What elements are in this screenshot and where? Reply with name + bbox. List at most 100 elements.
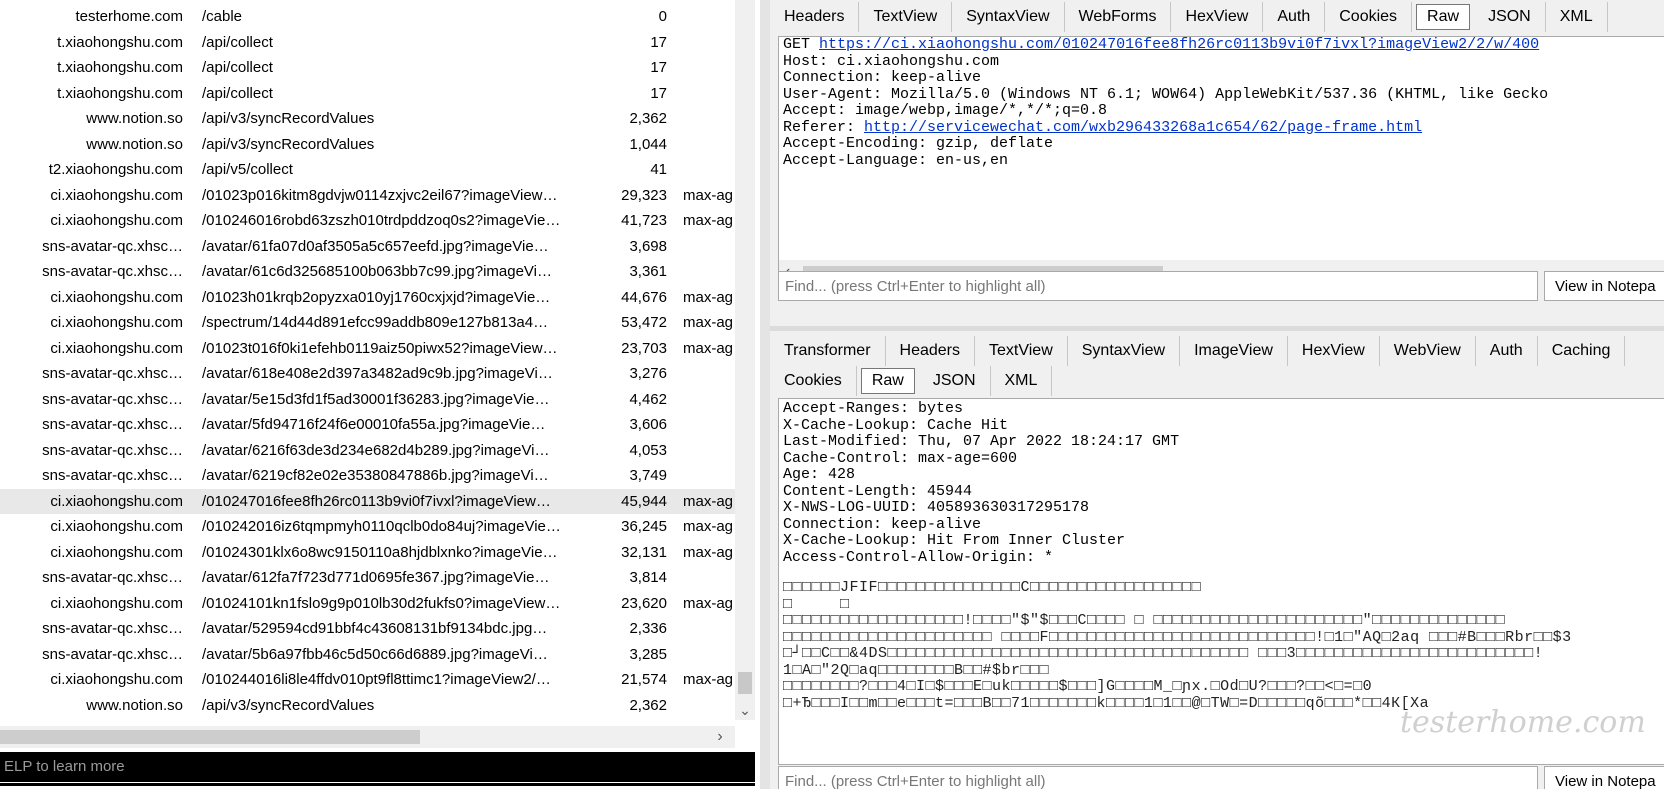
session-row[interactable]: ci.xiaohongshu.com/01024101kn1fslo9g9p01…: [0, 591, 735, 617]
session-row[interactable]: t.xiaohongshu.com/api/collect 17: [0, 55, 735, 81]
response-header-line: Cache-Control: max-age=600: [783, 449, 1018, 467]
response-binary-line: □□□□□□JFIF□□□□□□□□□□□□□□□C□□□□□□□□□□□□□□…: [783, 579, 1202, 596]
session-host: t.xiaohongshu.com: [57, 59, 183, 76]
request-tab-hexview[interactable]: HexView: [1171, 2, 1264, 32]
session-row[interactable]: sns-avatar-qc.xhsc… /avatar/618e408e2d397…: [0, 361, 735, 387]
request-tab-textview[interactable]: TextView: [859, 2, 953, 32]
response-binary-line: □□□□□□□□□□□□□□□□□□□!□□□□"$"$□□□C□□□□ □ □…: [783, 612, 1506, 629]
session-row[interactable]: sns-avatar-qc.xhsc… /avatar/5fd94716f24f6…: [0, 412, 735, 438]
request-tab-cookies[interactable]: Cookies: [1325, 2, 1413, 32]
session-row[interactable]: ci.xiaohongshu.com/01023t016f0ki1efehb01…: [0, 336, 735, 362]
request-tab-json[interactable]: JSON: [1474, 2, 1546, 32]
pane-splitter[interactable]: [760, 0, 770, 789]
session-row[interactable]: sns-avatar-qc.xhsc… /avatar/61fa07d0af350…: [0, 234, 735, 260]
session-caching: max-ag: [683, 492, 733, 510]
request-find-input[interactable]: Find... (press Ctrl+Enter to highlight a…: [778, 271, 1538, 301]
request-raw-view[interactable]: GET https://ci.xiaohongshu.com/010247016…: [778, 36, 1664, 262]
session-row[interactable]: sns-avatar-qc.xhsc… /avatar/529594cd91bbf…: [0, 616, 735, 642]
horizontal-scrollbar[interactable]: ›: [0, 726, 735, 748]
request-tab-auth[interactable]: Auth: [1263, 2, 1326, 32]
request-tab-syntaxview[interactable]: SyntaxView: [952, 2, 1065, 32]
session-host: ci.xiaohongshu.com: [50, 288, 183, 306]
session-row[interactable]: sns-avatar-qc.xhsc… /avatar/6219cf82e02e3…: [0, 463, 735, 489]
session-row[interactable]: t2.xiaohongshu.com/api/v5/collect 41: [0, 157, 735, 183]
session-row[interactable]: sns-avatar-qc.xhsc… /avatar/5e15d3fd1f5ad…: [0, 387, 735, 413]
session-host: ci.xiaohongshu.com: [50, 518, 183, 535]
session-caching: max-ag: [683, 288, 733, 306]
session-host: sns-avatar-qc.xhsc…: [42, 263, 183, 280]
session-caching: max-ag: [683, 339, 733, 357]
response-tab-hexview[interactable]: HexView: [1288, 336, 1380, 366]
request-tab-raw[interactable]: Raw: [1416, 4, 1471, 30]
session-body-size: 23,620: [621, 594, 667, 612]
session-row[interactable]: sns-avatar-qc.xhsc… /avatar/5b6a97fbb46c5…: [0, 642, 735, 668]
vertical-scrollbar[interactable]: ⌄: [735, 0, 755, 720]
quickexec-bar[interactable]: ELP to learn more: [0, 752, 755, 782]
response-tab-raw[interactable]: Raw: [860, 368, 915, 394]
session-row[interactable]: testerhome.com/cable 0: [0, 4, 735, 30]
response-tab-caching[interactable]: Caching: [1538, 336, 1626, 366]
response-tab-webview[interactable]: WebView: [1380, 336, 1476, 366]
session-caching: max-ag: [683, 186, 733, 204]
response-header-line: Connection: keep-alive: [783, 515, 982, 533]
session-row[interactable]: www.notion.so/api/v3/syncRecordValues 2,3…: [0, 693, 735, 719]
session-body-size: 53,472: [621, 314, 667, 331]
response-find-input[interactable]: Find... (press Ctrl+Enter to highlight a…: [778, 766, 1538, 789]
session-url: /api/v5/collect: [202, 161, 293, 178]
session-row[interactable]: ci.xiaohongshu.com/spectrum/14d44d891efc…: [0, 310, 735, 336]
session-row[interactable]: ci.xiaohongshu.com/010242016iz6tqmpmyh01…: [0, 514, 735, 540]
session-body-size: 0: [658, 8, 667, 25]
session-row[interactable]: sns-avatar-qc.xhsc… /avatar/6216f63de3d23…: [0, 438, 735, 464]
referer-line: Referer: http://servicewechat.com/wxb296…: [779, 119, 1664, 137]
session-row[interactable]: ci.xiaohongshu.com/01023p016kitm8gdvjw01…: [0, 183, 735, 209]
response-tab-textview[interactable]: TextView: [975, 336, 1068, 366]
watermark-logo: testerhome.com: [1400, 705, 1646, 740]
session-url: /01023h01krqb2opyzxa010yj1760cxjxjd?imag…: [202, 288, 551, 306]
request-view-in-notepad-button[interactable]: View in Notepa: [1544, 271, 1664, 301]
request-tab-headers[interactable]: Headers: [770, 2, 860, 32]
response-tab-xml[interactable]: XML: [991, 366, 1053, 396]
request-url-link[interactable]: https://ci.xiaohongshu.com/010247016fee8…: [819, 37, 1539, 53]
session-row[interactable]: sns-avatar-qc.xhsc… /avatar/612fa7f723d77…: [0, 565, 735, 591]
response-tab-auth[interactable]: Auth: [1476, 336, 1538, 366]
session-row[interactable]: ci.xiaohongshu.com/010247016fee8fh26rc01…: [0, 488, 735, 514]
request-tab-webforms[interactable]: WebForms: [1065, 2, 1172, 32]
session-row[interactable]: ci.xiaohongshu.com/010246016robd63zszh01…: [0, 208, 735, 234]
session-row[interactable]: www.notion.so/api/v3/syncRecordValues 2,3…: [0, 106, 735, 132]
session-row[interactable]: ci.xiaohongshu.com/01024301klx6o8wc91501…: [0, 540, 735, 566]
session-url: /01024101kn1fslo9g9p010lb30d2fukfs0?imag…: [202, 594, 561, 612]
session-body-size: 36,245: [621, 518, 667, 535]
referer-url-link[interactable]: http://servicewechat.com/wxb296433268a1c…: [864, 119, 1422, 136]
response-binary-line: 1□A□"2Q□aq□□□□□□□□B□□#$br□□□: [783, 661, 1050, 679]
vertical-scroll-thumb[interactable]: [738, 672, 752, 694]
response-view-in-notepad-button[interactable]: View in Notepa: [1544, 766, 1664, 789]
scroll-right-arrow-icon[interactable]: ›: [710, 726, 730, 748]
response-header-line: Access-Control-Allow-Origin: *: [783, 548, 1054, 566]
session-row[interactable]: ci.xiaohongshu.com/01023h01krqb2opyzxa01…: [0, 285, 735, 311]
session-row[interactable]: sns-avatar-qc.xhsc… /avatar/61c6d32568510…: [0, 259, 735, 285]
response-tab-cookies[interactable]: Cookies: [770, 366, 857, 396]
session-row[interactable]: ci.xiaohongshu.com/010244016li8le4ffdv01…: [0, 667, 735, 693]
session-host: ci.xiaohongshu.com: [50, 492, 183, 510]
session-row[interactable]: t.xiaohongshu.com/api/collect 17: [0, 30, 735, 56]
session-caching: max-ag: [683, 314, 733, 331]
request-response-splitter[interactable]: [770, 326, 1664, 331]
session-row[interactable]: t.xiaohongshu.com/api/collect 17: [0, 81, 735, 107]
response-inspector-tabs-row1: Transformer Headers TextView SyntaxView Imag…: [770, 334, 1626, 368]
session-url: /api/v3/syncRecordValues: [202, 696, 375, 714]
response-tab-syntaxview[interactable]: SyntaxView: [1068, 336, 1181, 366]
inspector-pane: Headers TextView SyntaxView WebForms HexView…: [770, 0, 1664, 789]
response-tab-headers[interactable]: Headers: [886, 336, 976, 366]
session-url: /avatar/61c6d325685100b063bb7c99.jpg?ima…: [202, 263, 553, 280]
session-body-size: 4,462: [629, 390, 667, 408]
session-body-size: 2,336: [629, 620, 667, 637]
response-tab-imageview[interactable]: ImageView: [1180, 336, 1288, 366]
horizontal-scroll-thumb[interactable]: [0, 730, 420, 744]
session-row[interactable]: www.notion.so/api/v3/syncRecordValues 1,0…: [0, 132, 735, 158]
response-tab-json[interactable]: JSON: [919, 366, 991, 396]
session-body-size: 17: [650, 84, 667, 102]
request-line: GET https://ci.xiaohongshu.com/010247016…: [779, 37, 1664, 54]
response-tab-transformer[interactable]: Transformer: [770, 336, 886, 366]
scroll-down-arrow-icon[interactable]: ⌄: [738, 702, 752, 718]
request-tab-xml[interactable]: XML: [1546, 2, 1608, 32]
